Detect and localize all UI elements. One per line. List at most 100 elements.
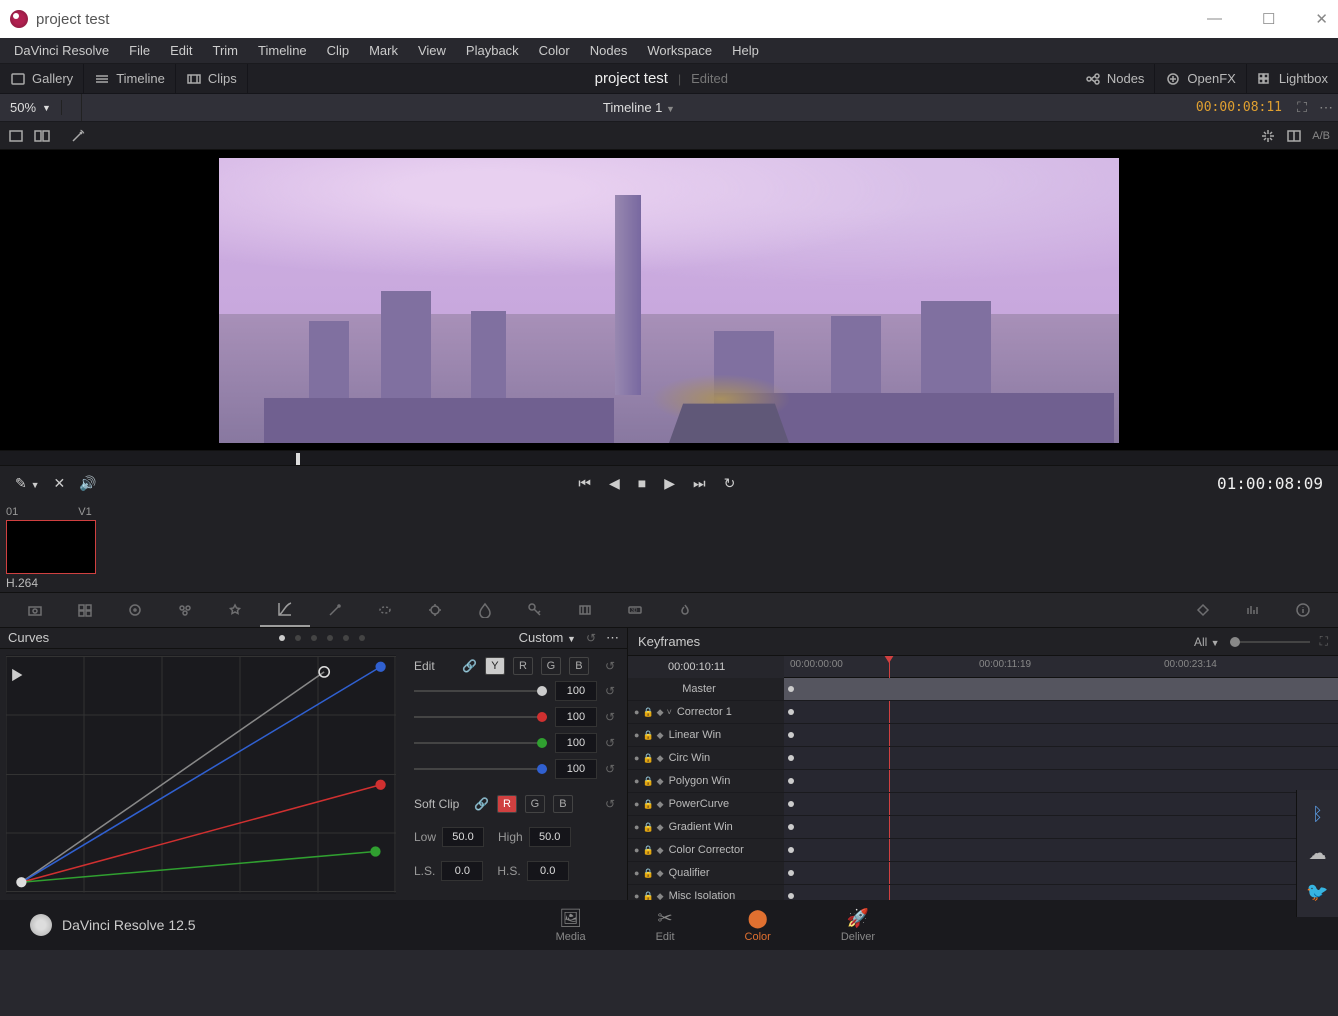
kf-track-color-corrector[interactable]: ●🔒◆Color Corrector — [628, 839, 784, 862]
bird-icon[interactable]: 🐦 — [1306, 882, 1328, 903]
green-slider[interactable] — [414, 742, 547, 744]
kf-lane[interactable] — [784, 747, 1338, 770]
sc-reset-button[interactable]: ↺ — [605, 797, 615, 811]
maximize-button[interactable]: ☐ — [1262, 10, 1275, 28]
link-icon[interactable]: 🔗 — [462, 659, 477, 673]
keyframes-expand-button[interactable]: ⛶ — [1320, 634, 1328, 649]
menu-timeline[interactable]: Timeline — [248, 43, 317, 58]
stereo-3d-tool[interactable]: 3D — [610, 593, 660, 627]
curves-page-dots[interactable] — [279, 635, 365, 641]
window-tool[interactable] — [360, 593, 410, 627]
menu-clip[interactable]: Clip — [317, 43, 359, 58]
keyframes-timeline[interactable]: 00:00:00:00 00:00:11:19 00:00:23:14 — [784, 656, 1338, 900]
menu-davinciresolve[interactable]: DaVinci Resolve — [4, 43, 119, 58]
menu-view[interactable]: View — [408, 43, 456, 58]
kf-track-polygon-win[interactable]: ●🔒◆Polygon Win — [628, 770, 784, 793]
dual-view-icon[interactable] — [34, 128, 50, 144]
sparkle-icon[interactable] — [1260, 128, 1276, 144]
sizing-tool[interactable] — [560, 593, 610, 627]
kf-track-powercurve[interactable]: ●🔒◆PowerCurve — [628, 793, 784, 816]
color-viewer[interactable] — [0, 150, 1338, 450]
bluetooth-icon[interactable]: ᛒ — [1312, 804, 1323, 825]
low-value[interactable]: 50.0 — [442, 827, 484, 847]
kf-lane[interactable] — [784, 885, 1338, 900]
channel-g-button[interactable]: G — [541, 657, 561, 675]
kf-lane[interactable] — [784, 770, 1338, 793]
luma-reset[interactable]: ↺ — [605, 684, 615, 698]
kf-lane[interactable] — [784, 816, 1338, 839]
blue-slider[interactable] — [414, 768, 547, 770]
menu-nodes[interactable]: Nodes — [580, 43, 638, 58]
audio-icon[interactable]: 🔊 — [79, 475, 96, 492]
stop-button[interactable]: ■ — [638, 475, 646, 492]
kf-lane[interactable] — [784, 701, 1338, 724]
split-view-icon[interactable] — [1286, 128, 1302, 144]
color-wheels-tool[interactable] — [110, 593, 160, 627]
curves-options-button[interactable]: ⋯ — [606, 630, 619, 646]
nodes-toggle[interactable]: Nodes — [1075, 64, 1156, 93]
curves-preset[interactable]: Custom ▼ — [519, 630, 576, 645]
sc-g-button[interactable]: G — [525, 795, 545, 813]
kf-track-master[interactable]: Master — [628, 678, 784, 701]
page-color[interactable]: ⬤Color — [745, 908, 771, 943]
red-slider[interactable] — [414, 716, 547, 718]
scopes-icon[interactable] — [1228, 602, 1278, 618]
minimize-button[interactable]: — — [1207, 10, 1222, 28]
keyframes-zoom-slider[interactable] — [1230, 641, 1310, 643]
zoom-selector[interactable]: 50% ▼ — [0, 100, 62, 115]
softclip-link-icon[interactable]: 🔗 — [474, 797, 489, 811]
curves-reset-button[interactable]: ↺ — [586, 631, 596, 645]
prev-clip-button[interactable]: ⏮ — [578, 475, 591, 492]
single-view-icon[interactable] — [8, 128, 24, 144]
kf-lane[interactable] — [784, 793, 1338, 816]
magic-wand-icon[interactable] — [70, 128, 86, 144]
curves-graph[interactable] — [6, 655, 396, 894]
high-value[interactable]: 50.0 — [529, 827, 571, 847]
red-value[interactable]: 100 — [555, 707, 597, 727]
keyframes-ruler[interactable]: 00:00:00:00 00:00:11:19 00:00:23:14 — [784, 656, 1338, 678]
luma-slider[interactable] — [414, 690, 547, 692]
kf-track-circ-win[interactable]: ●🔒◆Circ Win — [628, 747, 784, 770]
color-picker-tool[interactable]: ✎ ▼ — [15, 475, 40, 492]
tracking-tool[interactable] — [410, 593, 460, 627]
step-back-button[interactable]: ◀ — [609, 475, 620, 492]
menu-color[interactable]: Color — [529, 43, 580, 58]
green-reset[interactable]: ↺ — [605, 736, 615, 750]
kf-track-linear-win[interactable]: ●🔒◆Linear Win — [628, 724, 784, 747]
menu-workspace[interactable]: Workspace — [637, 43, 722, 58]
camera-raw-tool[interactable] — [10, 593, 60, 627]
page-deliver[interactable]: 🚀Deliver — [841, 908, 875, 943]
qualifier-tool[interactable] — [310, 593, 360, 627]
timeline-name[interactable]: Timeline 1 ▼ — [82, 100, 1196, 115]
menu-mark[interactable]: Mark — [359, 43, 408, 58]
ls-value[interactable]: 0.0 — [441, 861, 483, 881]
next-clip-button[interactable]: ⏭ — [693, 475, 706, 492]
menu-trim[interactable]: Trim — [203, 43, 249, 58]
kf-track-corrector-1[interactable]: ●🔒◆˅Corrector 1 — [628, 701, 784, 724]
key-tool[interactable] — [510, 593, 560, 627]
page-edit[interactable]: ✂Edit — [656, 908, 675, 943]
kf-track-misc-isolation[interactable]: ●🔒◆Misc Isolation — [628, 885, 784, 900]
blur-tool[interactable] — [460, 593, 510, 627]
color-match-tool[interactable] — [60, 593, 110, 627]
sc-r-button[interactable]: R — [497, 795, 517, 813]
hs-value[interactable]: 0.0 — [527, 861, 569, 881]
primary-bars-tool[interactable] — [160, 593, 210, 627]
keyframe-mode-icon[interactable] — [1178, 602, 1228, 618]
channel-b-button[interactable]: B — [569, 657, 589, 675]
menu-help[interactable]: Help — [722, 43, 769, 58]
menu-file[interactable]: File — [119, 43, 160, 58]
gallery-toggle[interactable]: Gallery — [0, 64, 84, 93]
channel-r-button[interactable]: R — [513, 657, 533, 675]
record-timecode[interactable]: 01:00:08:09 — [1217, 474, 1323, 493]
expand-viewer-button[interactable]: ⛶ — [1290, 99, 1314, 116]
luma-value[interactable]: 100 — [555, 681, 597, 701]
openfx-toggle[interactable]: OpenFX — [1155, 64, 1246, 93]
timeline-toggle[interactable]: Timeline — [84, 64, 176, 93]
source-timecode[interactable]: 00:00:08:11 — [1196, 100, 1290, 115]
ab-compare-button[interactable]: A/B — [1312, 130, 1330, 142]
lightbox-toggle[interactable]: Lightbox — [1247, 64, 1338, 93]
channel-y-button[interactable]: Y — [485, 657, 505, 675]
scrub-bar[interactable] — [0, 450, 1338, 466]
blue-value[interactable]: 100 — [555, 759, 597, 779]
